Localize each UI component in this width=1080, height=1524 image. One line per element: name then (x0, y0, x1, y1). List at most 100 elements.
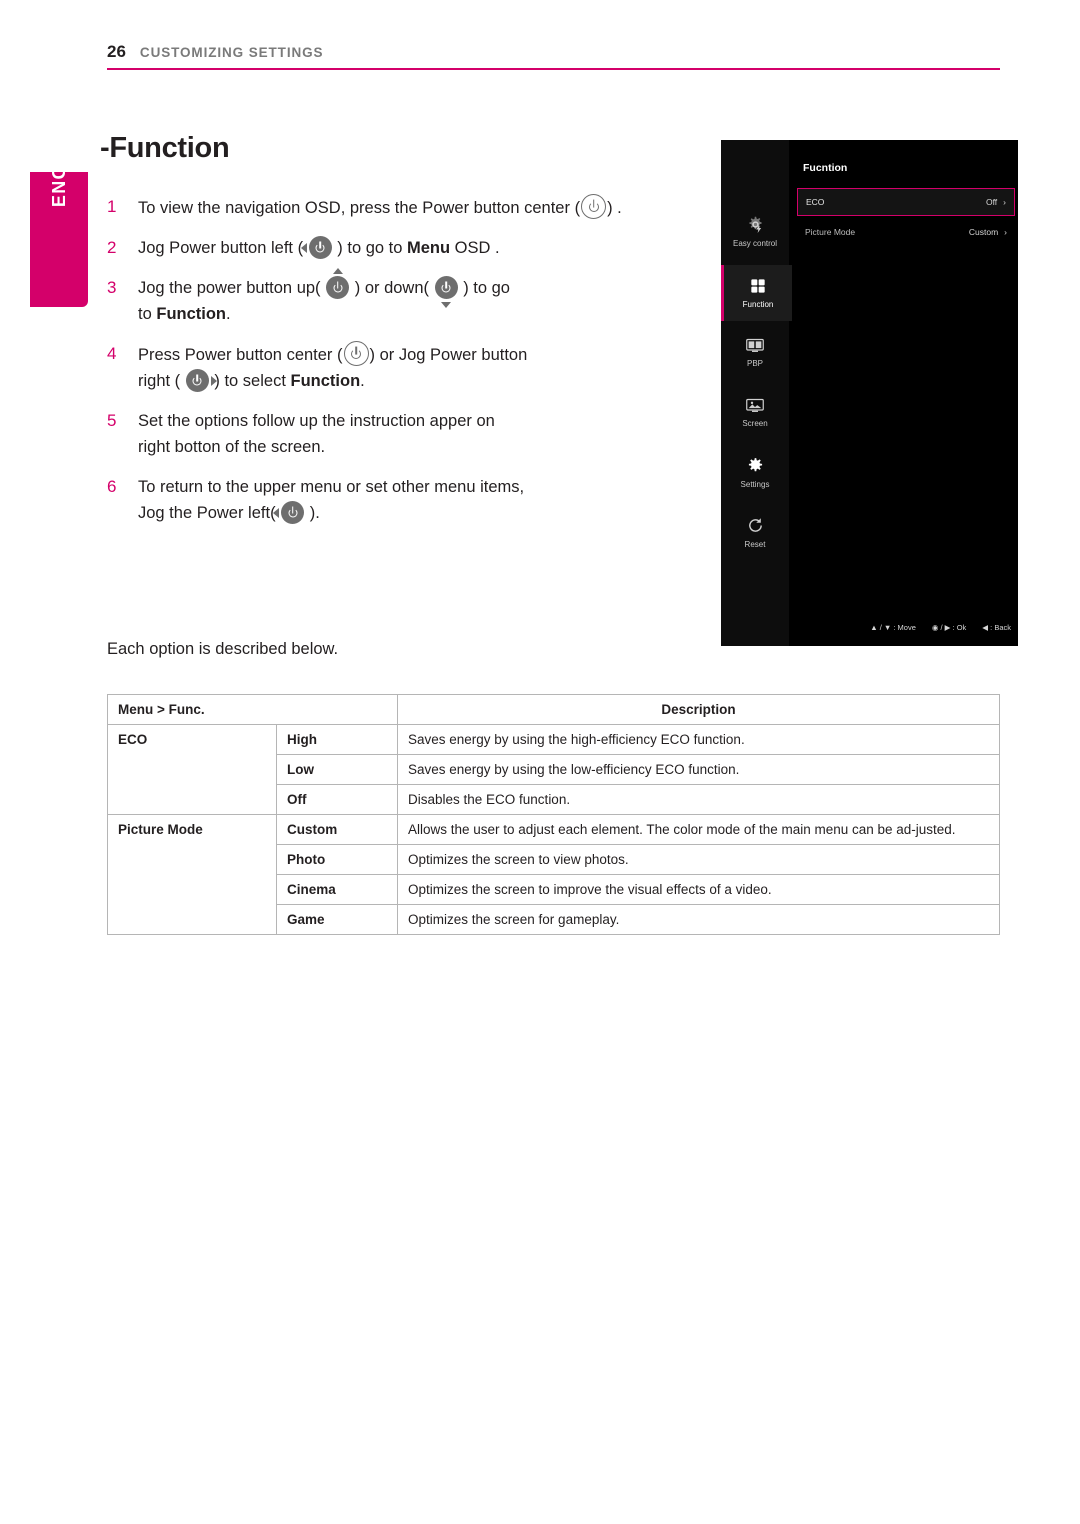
step-text: To view the navigation OSD, press the Po… (138, 194, 622, 221)
step3-text-d: to (138, 305, 157, 323)
list-item: 6 To return to the upper menu or set oth… (107, 474, 687, 526)
osd-sidebar-label: Easy control (732, 239, 778, 248)
osd-sidebar-label: Reset (744, 540, 766, 549)
step-number: 6 (107, 477, 117, 496)
jog-right-icon (185, 368, 217, 394)
osd-sidebar-label: Settings (740, 480, 770, 489)
osd-hint-ok: ◉ / ▶ : Ok (931, 623, 967, 632)
step4-text-d: ) to select (214, 372, 291, 390)
function-icon (750, 278, 766, 296)
step-number: 3 (107, 278, 117, 297)
osd-sidebar-item-screen[interactable]: Screen (721, 385, 789, 441)
settings-gear-icon (747, 457, 764, 476)
table-group-eco: ECO (107, 724, 277, 815)
chevron-right-icon: › (1003, 197, 1006, 207)
osd-sidebar-item-function[interactable]: Function (721, 265, 792, 321)
osd-row-value: Custom (968, 227, 999, 237)
step-text: Press Power button center ( ) or Jog Powe… (138, 341, 527, 394)
step4-text-c: right ( (138, 372, 181, 390)
step-text: To return to the upper menu or set other… (138, 474, 524, 526)
header-title: CUSTOMIZING SETTINGS (139, 45, 324, 60)
table-description: Allows the user to adjust each element. … (397, 814, 1000, 845)
table-option: Game (276, 904, 398, 935)
table-description: Optimizes the screen to view photos. (397, 844, 1000, 875)
osd-hint-move: ▲ / ▼ : Move (870, 623, 916, 632)
table-header-description: Description (397, 694, 1000, 725)
table-description: Saves energy by using the high-efficienc… (397, 724, 1000, 755)
jog-left-icon (273, 500, 305, 526)
osd-sidebar-item-reset[interactable]: Reset (721, 505, 789, 561)
table-option: Cinema (276, 874, 398, 905)
step4-bold-function: Function (290, 372, 361, 390)
options-table: Menu > Func. Description ECO High Saves … (107, 694, 1000, 935)
table-row: Picture Mode Custom Allows the user to a… (107, 814, 1000, 935)
step5-text-b: right botton of the screen. (138, 438, 326, 456)
screen-icon (746, 398, 764, 415)
osd-row-value: Off (985, 197, 998, 207)
list-item: 2 Jog Power button left ( ) to go to Men… (107, 235, 687, 261)
language-side-tab-label: ENGLISH (48, 117, 69, 208)
step3-text-a: Jog the power button up( (138, 279, 321, 297)
step6-text-c: ). (309, 504, 320, 522)
table-description: Disables the ECO function. (397, 784, 1000, 815)
osd-sidebar: Easy control Function PBP Screen Setting (721, 140, 792, 646)
step-text: Jog the power button up( ) or down( ) to… (138, 268, 510, 327)
step-number: 4 (107, 344, 117, 363)
jog-up-icon (325, 268, 350, 301)
osd-hint-back: ◀ : Back (982, 623, 1011, 632)
osd-row-eco[interactable]: ECO Off › (797, 188, 1015, 216)
step-text: Set the options follow up the instructio… (138, 408, 495, 460)
list-item: 3 Jog the power button up( ) or down( ) … (107, 268, 687, 327)
osd-sidebar-label: PBP (746, 359, 763, 368)
chevron-right-icon: › (1004, 227, 1007, 237)
step1-text-a: To view the navigation OSD, press the Po… (138, 199, 581, 217)
instruction-steps: 1 To view the navigation OSD, press the … (107, 194, 687, 540)
page-header: 26 CUSTOMIZING SETTINGS (107, 42, 1000, 62)
list-item: 4 Press Power button center ( ) or Jog Po… (107, 341, 687, 394)
osd-row-value-wrap: Off › (986, 197, 1006, 207)
osd-sidebar-item-settings[interactable]: Settings (721, 445, 789, 501)
each-option-note: Each option is described below. (107, 640, 339, 658)
table-header-row: Menu > Func. Description (107, 694, 1000, 725)
header-divider (107, 68, 1000, 70)
step3-bold-function: Function (156, 305, 227, 323)
osd-sidebar-item-pbp[interactable]: PBP (721, 325, 789, 381)
page-title: -Function (100, 132, 230, 164)
osd-sidebar-label: Screen (742, 419, 768, 428)
osd-footer-hints: ▲ / ▼ : Move ◉ / ▶ : Ok ◀ : Back (797, 623, 1011, 632)
power-button-center-icon (581, 194, 607, 219)
osd-sidebar-item-easy-control[interactable]: Easy control (721, 204, 789, 260)
step-number: 1 (107, 197, 117, 216)
step3-text-c: ) to go (463, 279, 510, 297)
jog-down-icon (434, 275, 459, 308)
osd-row-label: Picture Mode (805, 227, 856, 237)
easy-control-icon (747, 216, 764, 235)
step-text: Jog Power button left ( ) to go to Menu … (138, 235, 500, 261)
step3-text-e: . (226, 305, 231, 323)
osd-row-label: ECO (806, 197, 825, 207)
jog-left-icon (300, 235, 333, 261)
language-side-tab: ENGLISH (30, 118, 88, 307)
osd-row-value-wrap: Custom › (969, 227, 1007, 237)
pbp-icon (746, 338, 764, 355)
step-number: 2 (107, 238, 117, 257)
power-button-center-icon (343, 341, 369, 366)
table-option: Custom (276, 814, 398, 845)
osd-screenshot: Easy control Function PBP Screen Setting (721, 140, 1018, 646)
step1-text-b: ) . (607, 199, 622, 217)
step5-text-a: Set the options follow up the instructio… (138, 412, 495, 430)
table-row: ECO High Saves energy by using the high-… (107, 724, 1000, 815)
table-description: Optimizes the screen to improve the visu… (397, 874, 1000, 905)
step4-text-b: ) or Jog Power button (369, 346, 528, 364)
step2-text-a: Jog Power button left ( (138, 239, 304, 257)
step4-text-a: Press Power button center ( (138, 346, 343, 364)
table-description: Saves energy by using the low-efficiency… (397, 754, 1000, 785)
osd-panel: ECO Off › Picture Mode Custom › (797, 188, 1015, 237)
table-option: Photo (276, 844, 398, 875)
table-group-picture-mode: Picture Mode (107, 814, 277, 935)
table-description: Optimizes the screen for gameplay. (397, 904, 1000, 935)
step2-text-b: ) to go to (337, 239, 407, 257)
table-option: Off (276, 784, 398, 815)
osd-row-picture-mode[interactable]: Picture Mode Custom › (797, 218, 1015, 246)
page-number: 26 (107, 42, 126, 61)
